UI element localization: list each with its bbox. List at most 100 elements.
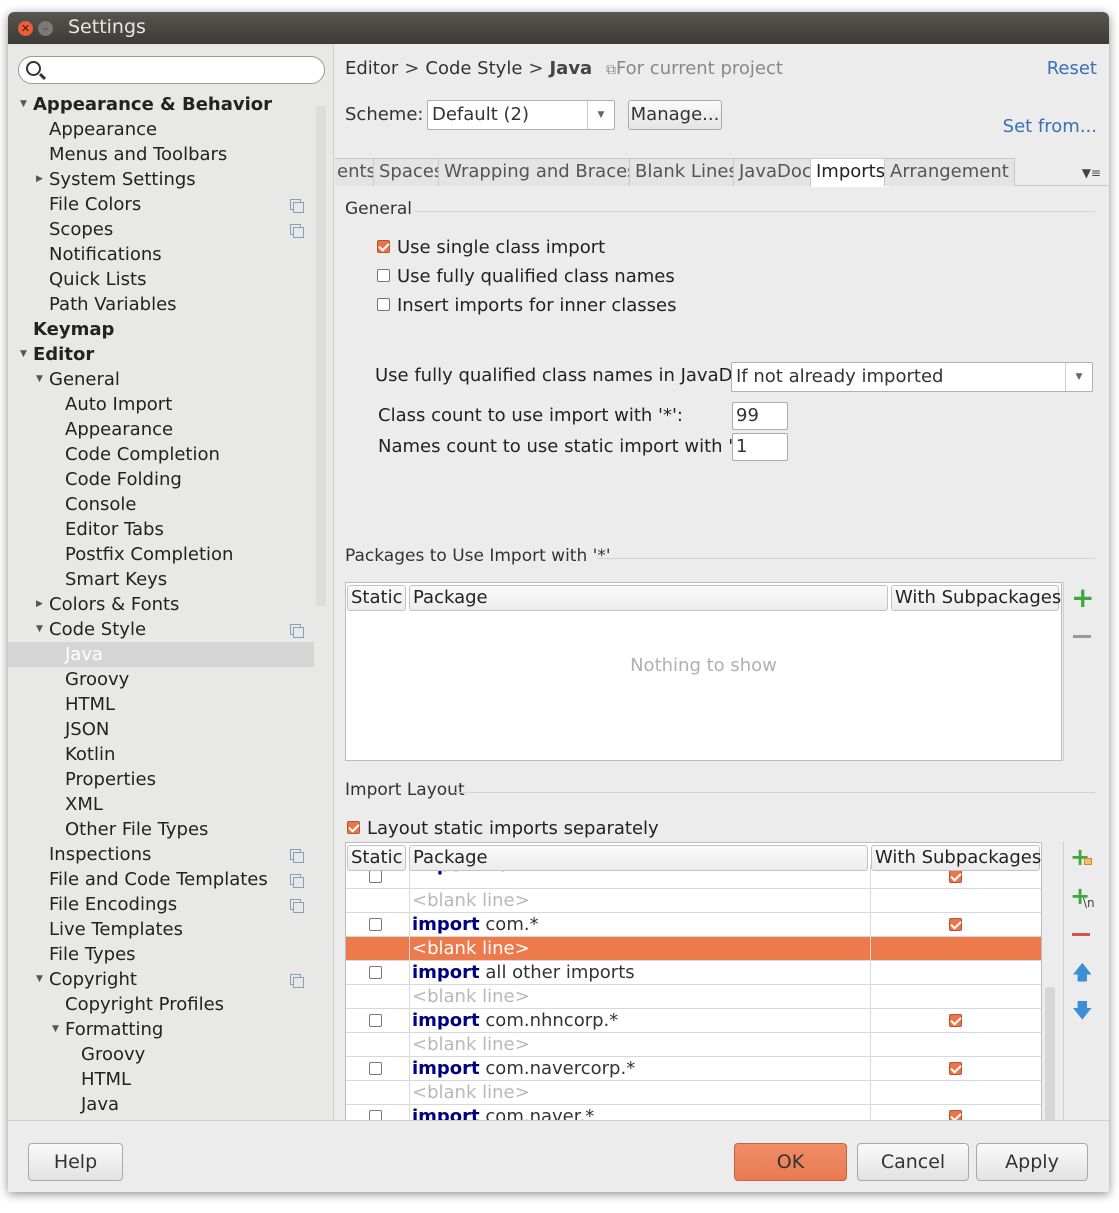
static-checkbox[interactable] [369, 870, 382, 883]
apply-button[interactable]: Apply [976, 1143, 1088, 1181]
tab-javadoc[interactable]: JavaDoc [733, 158, 818, 186]
tree-item[interactable]: Java [8, 1092, 314, 1117]
tree-item[interactable]: Scopes [8, 217, 314, 242]
tab-arrangement[interactable]: Arrangement [884, 158, 1015, 186]
tree-item[interactable]: File Encodings [8, 892, 314, 917]
tree-item[interactable]: Groovy [8, 667, 314, 692]
add-package-icon[interactable]: + [1070, 845, 1090, 869]
tree-item[interactable]: ▼ Formatting [8, 1017, 314, 1042]
collapse-arrow-icon[interactable]: ▶ [36, 592, 43, 617]
expand-arrow-icon[interactable]: ▼ [20, 92, 27, 117]
layout-row[interactable]: <blank line> [346, 889, 1041, 913]
tree-item[interactable]: File Colors [8, 192, 314, 217]
tree-item[interactable]: Kotlin [8, 742, 314, 767]
col-with-subpackages[interactable]: With Subpackages [891, 585, 1061, 611]
help-button[interactable]: Help [28, 1143, 123, 1181]
tree-item[interactable]: Live Templates [8, 917, 314, 942]
tree-item[interactable]: ▼ Appearance & Behavior [8, 92, 314, 117]
static-checkbox[interactable] [369, 1014, 382, 1027]
checkbox[interactable] [377, 268, 390, 282]
tree-item[interactable]: Appearance [8, 417, 314, 442]
tree-item[interactable]: Properties [8, 767, 314, 792]
static-checkbox[interactable] [369, 1062, 382, 1075]
col-package[interactable]: Package [409, 585, 888, 611]
class-count-input[interactable]: 99 [732, 402, 788, 430]
tree-item[interactable]: Java [8, 642, 314, 667]
tree-item[interactable]: Code Folding [8, 467, 314, 492]
tree-item[interactable]: Postfix Completion [8, 542, 314, 567]
tree-item[interactable]: Code Completion [8, 442, 314, 467]
checkbox-checked[interactable] [347, 820, 360, 834]
tree-item[interactable]: File and Code Templates [8, 867, 314, 892]
manage-button[interactable]: Manage... [628, 100, 722, 130]
expand-arrow-icon[interactable]: ▼ [36, 367, 43, 392]
packages-table[interactable]: Static Package With Subpackages Nothing … [345, 582, 1062, 761]
static-checkbox[interactable] [369, 918, 382, 931]
layout-row[interactable]: <blank line> [346, 1081, 1041, 1105]
expand-arrow-icon[interactable]: ▼ [20, 342, 27, 367]
tree-item[interactable]: Auto Import [8, 392, 314, 417]
move-down-icon[interactable]: 🡇 [1072, 996, 1093, 1030]
remove-icon[interactable] [1073, 635, 1091, 638]
import-layout-table[interactable]: Static Package With Subpackages import n… [345, 842, 1042, 1121]
cancel-button[interactable]: Cancel [857, 1143, 969, 1181]
tree-item[interactable]: ▼ General [8, 367, 314, 392]
tree-item[interactable]: Smart Keys [8, 567, 314, 592]
tree-item[interactable]: Groovy [8, 1042, 314, 1067]
col-package[interactable]: Package [409, 845, 868, 871]
tree-item[interactable]: Editor Tabs [8, 517, 314, 542]
ok-button[interactable]: OK [734, 1143, 847, 1181]
static-checkbox[interactable] [369, 966, 382, 979]
tree-item[interactable]: ▶ System Settings [8, 167, 314, 192]
checkbox[interactable] [377, 297, 390, 311]
subpackages-checkbox[interactable] [949, 1014, 962, 1027]
subpackages-checkbox[interactable] [949, 870, 962, 883]
layout-scrollbar[interactable] [1045, 987, 1055, 1121]
expand-arrow-icon[interactable]: ▼ [36, 617, 43, 642]
tree-item[interactable]: HTML [8, 1067, 314, 1092]
collapse-arrow-icon[interactable]: ▶ [36, 167, 43, 192]
move-up-icon[interactable]: 🡅 [1072, 958, 1093, 992]
tab-blank-lines[interactable]: Blank Lines [629, 158, 744, 186]
tree-item[interactable]: Appearance [8, 117, 314, 142]
close-window-button[interactable]: ✕ [18, 21, 33, 36]
tree-item[interactable]: HTML [8, 692, 314, 717]
single-class-import-option[interactable]: Use single class import [377, 237, 605, 258]
tree-item[interactable]: ▼ Code Style [8, 617, 314, 642]
reset-link[interactable]: Reset [1047, 58, 1097, 79]
tab-wrapping[interactable]: Wrapping and Braces [438, 158, 643, 186]
tree-item[interactable]: Copyright Profiles [8, 992, 314, 1017]
javadoc-select[interactable]: If not already imported ▼ [731, 362, 1093, 392]
names-count-input[interactable]: 1 [732, 433, 788, 461]
expand-arrow-icon[interactable]: ▼ [52, 1017, 59, 1042]
tree-item[interactable]: Other File Types [8, 817, 314, 842]
col-static[interactable]: Static [347, 845, 406, 871]
add-icon[interactable]: + [1071, 584, 1094, 612]
col-static[interactable]: Static [347, 585, 406, 611]
col-with-subpackages[interactable]: With Subpackages [871, 845, 1041, 871]
tree-item[interactable]: ▼ Editor [8, 342, 314, 367]
tree-item[interactable]: Path Variables [8, 292, 314, 317]
subpackages-checkbox[interactable] [949, 1062, 962, 1075]
tree-item[interactable]: Quick Lists [8, 267, 314, 292]
layout-row[interactable]: <blank line> [346, 937, 1041, 961]
subpackages-checkbox[interactable] [949, 918, 962, 931]
layout-row[interactable]: <blank line> [346, 985, 1041, 1009]
tree-item[interactable]: Menus and Toolbars [8, 142, 314, 167]
tab-imports[interactable]: Imports [810, 158, 892, 187]
remove-icon[interactable] [1072, 933, 1090, 936]
layout-row[interactable]: import com.nhncorp.* [346, 1009, 1041, 1033]
layout-row[interactable]: import com.navercorp.* [346, 1057, 1041, 1081]
tab-overflow-icon[interactable]: ▼≡ [1082, 166, 1101, 180]
layout-row[interactable]: import all other imports [346, 961, 1041, 985]
layout-static-separately-option[interactable]: Layout static imports separately [347, 818, 659, 839]
layout-row[interactable]: <blank line> [346, 1033, 1041, 1057]
sidebar-scrollbar[interactable] [316, 106, 326, 606]
expand-arrow-icon[interactable]: ▼ [36, 967, 43, 992]
tree-item[interactable]: JSON [8, 717, 314, 742]
layout-row[interactable]: import com.naver.* [346, 1105, 1041, 1120]
checkbox-checked[interactable] [377, 239, 390, 253]
tree-item[interactable]: Keymap [8, 317, 314, 342]
fully-qualified-option[interactable]: Use fully qualified class names [377, 266, 675, 287]
layout-row[interactable]: import com.* [346, 913, 1041, 937]
